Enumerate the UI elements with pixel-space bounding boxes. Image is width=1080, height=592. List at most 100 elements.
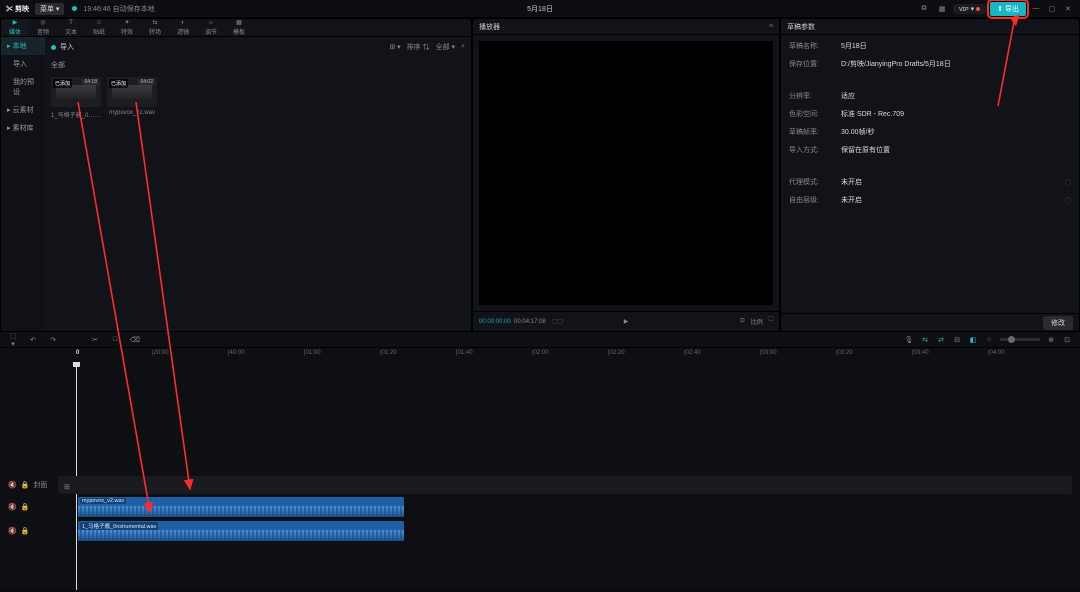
audio-track-head-1: 🔇 🔒 [8,498,54,516]
layout-icon[interactable]: ▦ [935,5,949,13]
sidebar-item-local[interactable]: ▸ 本地 [1,37,45,55]
player-menu-icon[interactable]: ≡ [769,23,773,30]
tab-effect[interactable]: ✦特效 [113,19,141,36]
timeline-panel: ⬚ ▾ ↶ ↷ ✂ □ ⌫ 🎙 ⇆ ⇄ ⊟ ◧ ○ ⊕ ⊡ 0 |20:00 |… [0,332,1080,590]
audio-clip-1[interactable]: 1_马格子酱_0nstrumental.wav [78,521,404,541]
mute-icon[interactable]: 🔇 [8,503,17,511]
timeline-ruler[interactable]: 0 |20:00 |40:00 |01:00 |01:20 |01:40 |02… [0,348,1080,362]
tab-sticker[interactable]: ☺贴纸 [85,19,113,36]
undo-button[interactable]: ↶ [28,336,38,344]
params-panel: 草稿参数 草稿名称:5月18日 保存位置:D:/剪映/JianyingPro D… [781,19,1079,331]
media-gallery: 导入 ⊞ ▾ 排序 ⇅ 全部 ▾ ⌕ 全部 已添加 04:18 [45,37,471,331]
tab-template[interactable]: ▦模板 [225,19,253,36]
snap-button[interactable]: ⇆ [920,336,930,344]
play-button[interactable]: ▶ [624,318,629,325]
ruler-tick: |02:00 [532,350,549,356]
delete-button[interactable]: ⌫ [130,336,140,344]
media-thumb-0[interactable]: 已添加 04:18 1_马格子酱_0…mal.wav [51,77,101,119]
media-tabs: ▶媒体 ◎音频 T文本 ☺贴纸 ✦特效 ⇆转场 ◐滤镜 ☼调节 ▦模板 [1,19,471,37]
ruler-tick: |02:40 [684,350,701,356]
view-grid-button[interactable]: ⊞ ▾ [389,43,400,51]
tab-audio[interactable]: ◎音频 [29,19,57,36]
audio-clip-0[interactable]: mypovox_v2.wav [78,497,404,517]
zoom-slider[interactable] [1000,338,1040,341]
ratio-icon[interactable]: ⊡ [740,317,745,326]
mute-icon[interactable]: 🔇 [8,527,17,535]
window-close-button[interactable]: ✕ [1062,5,1074,13]
import-button[interactable]: 导入 [60,42,74,52]
filter-all-label[interactable]: 全部 [51,62,65,69]
menu-button[interactable]: 菜单 ▾ [35,3,64,15]
search-icon[interactable]: ⌕ [461,43,465,51]
export-button[interactable]: ⬆导出 [990,2,1026,16]
clip-waveform [78,506,404,517]
window-minimize-button[interactable]: — [1030,5,1042,12]
lock-icon[interactable]: 🔒 [21,481,30,489]
audio-track-head-2: 🔇 🔒 [8,522,54,540]
tab-media[interactable]: ▶媒体 [1,19,29,36]
toggle-button[interactable]: ◧ [968,336,978,344]
lock-icon[interactable]: 🔒 [21,527,30,535]
ruler-tick: |02:20 [608,350,625,356]
select-tool-button[interactable]: ⬚ ▾ [8,332,18,348]
timeline-tracks[interactable]: 🔇 🔒 封面 ⊞ 🔇 🔒 mypovox_v2.wav 🔇 🔒 1_马格子酱_0… [0,362,1080,590]
review-icon[interactable]: ⧉ [917,5,931,13]
ruler-tick: |01:40 [456,350,473,356]
vip-notification-icon [976,7,980,11]
zoom-in-button[interactable]: ⊕ [1046,336,1056,344]
tab-text[interactable]: T文本 [57,19,85,36]
video-track-head: 🔇 🔒 封面 [8,476,54,494]
lock-icon[interactable]: 🔒 [21,503,30,511]
redo-button[interactable]: ↷ [48,336,58,344]
modify-button[interactable]: 修改 [1043,316,1073,330]
add-cover-icon[interactable]: ⊞ [58,481,76,494]
mute-icon[interactable]: 🔇 [8,481,17,489]
media-sidebar: ▸ 本地 导入 我的预设 ▸ 云素材 ▸ 素材库 [1,37,45,331]
tab-transition[interactable]: ⇆转场 [141,19,169,36]
sort-button[interactable]: 排序 ⇅ [407,42,430,52]
filter-all-button[interactable]: 全部 ▾ [436,42,455,52]
param-import-mode: 保留在原有位置 [841,145,890,155]
video-track[interactable]: ⊞ [58,476,1072,494]
thumb-duration: 04:18 [82,79,99,85]
vip-button[interactable]: ᴠɪᴘ ▾ [953,4,986,14]
sidebar-item-presets[interactable]: 我的预设 [1,73,45,101]
thumb-filename: mypovox_v2.wav [107,110,157,116]
cover-label[interactable]: 封面 [33,480,47,490]
window-maximize-button[interactable]: ▢ [1046,5,1058,13]
sidebar-item-cloud[interactable]: ▸ 云素材 [1,101,45,119]
preview-area[interactable] [473,35,779,311]
thumb-filename: 1_马格子酱_0…mal.wav [51,110,101,119]
preview-axis-button[interactable]: ⊟ [952,336,962,344]
param-label: 草稿帧率: [789,127,829,137]
sidebar-item-import[interactable]: 导入 [1,55,45,73]
zoom-knob[interactable] [1008,336,1015,343]
param-label: 保存位置: [789,59,829,69]
zoom-fit-button[interactable]: ⊡ [1062,336,1072,344]
ratio-button[interactable]: 比例 [751,317,763,326]
link-button[interactable]: ⇄ [936,336,946,344]
ruler-tick: |20:00 [152,350,169,356]
effect-icon: ✦ [124,19,129,26]
workspace-upper: ▶媒体 ◎音频 T文本 ☺贴纸 ✦特效 ⇆转场 ◐滤镜 ☼调节 ▦模板 ▸ 本地… [0,18,1080,332]
crop-button[interactable]: □ [110,336,120,343]
zoom-out-button[interactable]: ○ [984,336,994,343]
sidebar-item-library[interactable]: ▸ 素材库 [1,119,45,137]
param-freelayer: 未开启 [841,195,862,205]
fullscreen-icon[interactable]: ⛶ [769,317,773,326]
scale-icon[interactable]: ▢▢ [552,318,563,325]
split-button[interactable]: ✂ [90,336,100,344]
ruler-tick: |04:00 [988,350,1005,356]
tab-adjust[interactable]: ☼调节 [197,19,225,36]
text-icon: T [69,20,73,26]
media-panel: ▶媒体 ◎音频 T文本 ☺贴纸 ✦特效 ⇆转场 ◐滤镜 ☼调节 ▦模板 ▸ 本地… [1,19,471,331]
media-icon: ▶ [13,19,18,26]
import-indicator-icon [51,45,56,50]
param-proxy: 未开启 [841,177,862,187]
tab-filter[interactable]: ◐滤镜 [169,19,197,36]
record-button[interactable]: 🎙 [904,336,914,344]
ruler-tick: |01:00 [304,350,321,356]
sticker-icon: ☺ [96,20,102,26]
media-thumb-1[interactable]: 已添加 04:02 mypovox_v2.wav [107,77,157,119]
ruler-tick: |03:40 [912,350,929,356]
